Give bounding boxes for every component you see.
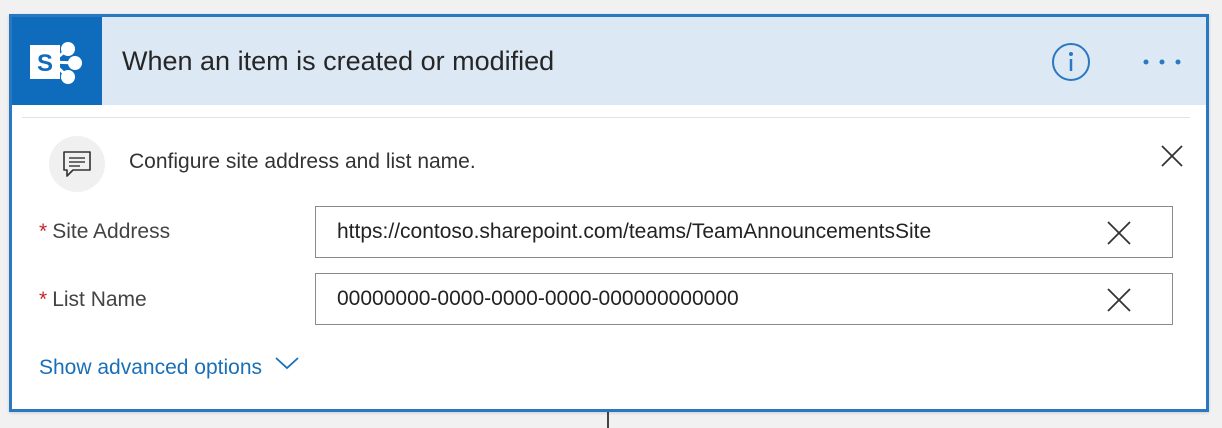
comment-icon bbox=[49, 136, 105, 192]
required-marker: * bbox=[39, 220, 48, 243]
trigger-card-body: Configure site address and list name. * S… bbox=[12, 105, 1206, 409]
info-banner: Configure site address and list name. bbox=[22, 117, 1190, 193]
site-address-label: * Site Address bbox=[39, 220, 170, 244]
trigger-title: When an item is created or modified bbox=[122, 46, 555, 76]
sharepoint-letter: S bbox=[37, 50, 53, 77]
list-name-field[interactable]: 00000000-0000-0000-0000-000000000000 bbox=[315, 273, 1173, 325]
info-icon[interactable] bbox=[1051, 42, 1091, 82]
close-icon[interactable] bbox=[1157, 141, 1187, 171]
clear-list-name-icon[interactable] bbox=[1104, 285, 1134, 315]
clear-site-address-icon[interactable] bbox=[1104, 218, 1134, 248]
trigger-card: S When an item is created or modified Co… bbox=[9, 14, 1209, 412]
list-name-label: * List Name bbox=[39, 288, 147, 312]
site-address-value: https://contoso.sharepoint.com/teams/Tea… bbox=[337, 220, 932, 243]
more-options-icon[interactable] bbox=[1137, 47, 1187, 77]
site-address-label-text: Site Address bbox=[52, 220, 171, 243]
site-address-field[interactable]: https://contoso.sharepoint.com/teams/Tea… bbox=[315, 206, 1173, 258]
chevron-down-icon bbox=[274, 353, 300, 377]
required-marker: * bbox=[39, 288, 48, 311]
show-advanced-options-label: Show advanced options bbox=[39, 356, 262, 379]
list-name-value: 00000000-0000-0000-0000-000000000000 bbox=[337, 287, 739, 310]
show-advanced-options-link[interactable]: Show advanced options bbox=[39, 356, 300, 380]
list-name-label-text: List Name bbox=[52, 288, 147, 311]
trigger-card-header[interactable]: S When an item is created or modified bbox=[12, 17, 1206, 105]
sharepoint-icon: S bbox=[12, 17, 102, 105]
banner-message: Configure site address and list name. bbox=[129, 150, 476, 173]
